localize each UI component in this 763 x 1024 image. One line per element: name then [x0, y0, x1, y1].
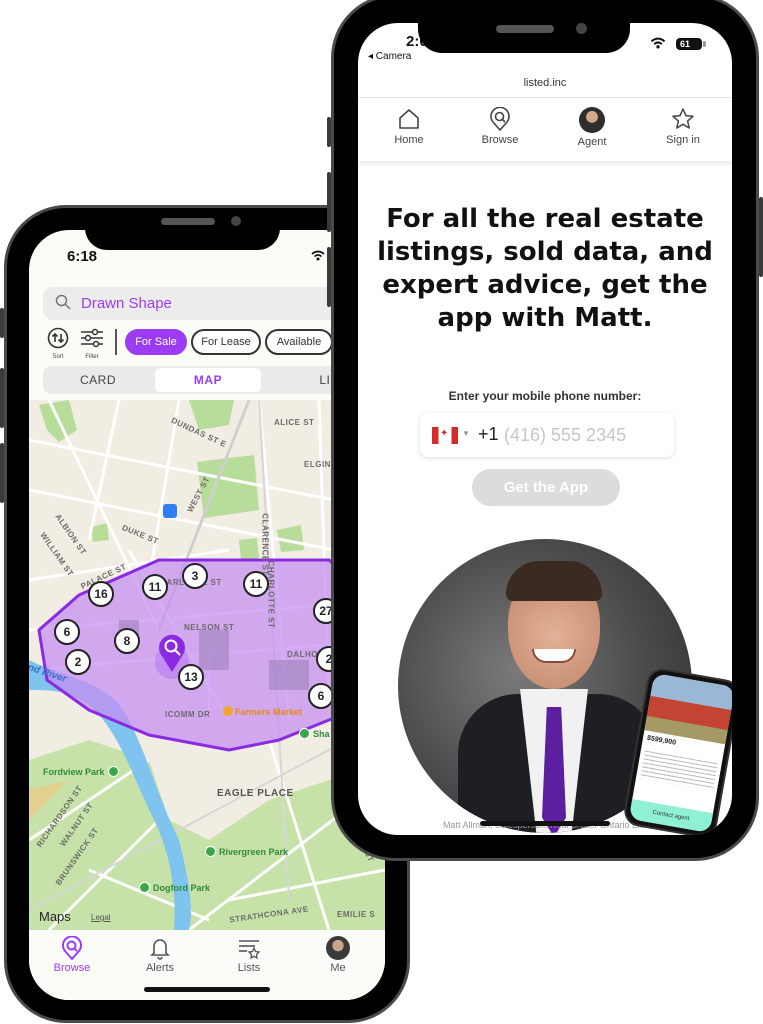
- page-headline: For all the real estate listings, sold d…: [377, 204, 713, 333]
- filter-button[interactable]: Filter: [77, 327, 107, 360]
- chip-available[interactable]: Available: [265, 329, 333, 355]
- tab-me[interactable]: Me: [303, 936, 373, 974]
- canada-flag-icon[interactable]: [432, 427, 458, 444]
- volume-up-button: [0, 368, 4, 428]
- listing-cluster[interactable]: 16: [88, 581, 114, 607]
- nav-agent[interactable]: Agent: [557, 107, 627, 148]
- status-time: 6:18: [67, 248, 98, 265]
- tab-map[interactable]: MAP: [155, 368, 261, 392]
- street-label: NELSON ST: [184, 623, 235, 632]
- street-label: CHARLOTTE ST: [266, 560, 276, 629]
- sort-icon: [47, 327, 69, 349]
- top-nav: Home Browse Agent Sign in: [358, 99, 732, 161]
- park-icon: [205, 846, 216, 857]
- wifi-icon: [311, 250, 325, 264]
- sort-button[interactable]: Sort: [43, 327, 73, 360]
- search-bar[interactable]: Drawn Shape ✕: [43, 287, 359, 320]
- phone-number-field: ▼ +1: [420, 413, 674, 457]
- park-icon: [299, 728, 310, 739]
- street-label: EMILIE S: [337, 910, 376, 919]
- nav-browse[interactable]: Browse: [465, 107, 535, 146]
- home-indicator: [480, 821, 610, 826]
- mute-switch: [327, 117, 331, 147]
- listing-cluster[interactable]: 11: [142, 574, 168, 600]
- tab-lists[interactable]: Lists: [214, 936, 284, 974]
- nav-home[interactable]: Home: [374, 107, 444, 146]
- power-button: [759, 197, 763, 277]
- chip-for-sale[interactable]: For Sale: [125, 329, 187, 355]
- star-icon: [672, 108, 694, 129]
- country-dropdown-caret-icon[interactable]: ▼: [462, 429, 470, 438]
- street-label: DALHO: [287, 650, 318, 659]
- notch: [418, 0, 630, 53]
- listing-cluster[interactable]: 2: [65, 649, 91, 675]
- park-label[interactable]: Fordview Park: [43, 766, 122, 777]
- listing-cluster[interactable]: 6: [54, 619, 80, 645]
- listing-cluster[interactable]: 3: [182, 563, 208, 589]
- mute-switch: [0, 308, 4, 338]
- nav-sign-in[interactable]: Sign in: [648, 107, 718, 146]
- list-star-icon: [239, 940, 261, 960]
- get-the-app-button[interactable]: Get the App: [472, 469, 620, 506]
- tab-alerts[interactable]: Alerts: [125, 936, 195, 974]
- sort-label: Sort: [52, 354, 64, 360]
- filter-sliders-icon: [81, 328, 103, 348]
- street-label: ALICE ST: [274, 418, 315, 427]
- park-label[interactable]: Dogford Park: [139, 882, 210, 893]
- listing-cluster[interactable]: 11: [243, 571, 269, 597]
- poi-farmers-market[interactable]: Farmers Market: [223, 706, 302, 717]
- toolbar-divider: [115, 329, 117, 355]
- listing-cluster[interactable]: 8: [114, 628, 140, 654]
- volume-down-button: [327, 247, 331, 307]
- tab-card[interactable]: CARD: [43, 366, 153, 394]
- right-phone-screen: 2:03 ◂ Camera 61 listed.inc Home Browse …: [358, 23, 732, 835]
- listing-cluster[interactable]: 13: [178, 664, 204, 690]
- transit-station-icon[interactable]: [163, 504, 177, 518]
- volume-up-button: [327, 172, 331, 232]
- volume-down-button: [0, 443, 4, 503]
- search-input[interactable]: Drawn Shape: [81, 295, 172, 312]
- park-icon: [139, 882, 150, 893]
- search-icon: [55, 294, 71, 310]
- right-phone-frame: 2:03 ◂ Camera 61 listed.inc Home Browse …: [327, 0, 763, 861]
- street-label: ICOMM DR: [165, 710, 211, 719]
- bell-icon: [150, 939, 170, 960]
- url-divider: [358, 97, 732, 98]
- legal-link[interactable]: Legal: [91, 913, 111, 922]
- market-icon: [223, 706, 233, 716]
- filter-label: Filter: [85, 354, 99, 360]
- home-icon: [399, 109, 419, 129]
- agent-avatar: [579, 107, 605, 133]
- chip-for-lease[interactable]: For Lease: [191, 329, 261, 355]
- wifi-icon: [650, 37, 666, 52]
- browser-url[interactable]: listed.inc: [358, 77, 732, 89]
- avatar: [326, 936, 350, 960]
- battery-indicator: 61: [676, 38, 706, 50]
- bottom-tab-bar: Browse Alerts Lists Me: [29, 930, 385, 1000]
- view-segmented-control: CARD MAP LIST: [43, 366, 373, 394]
- back-to-camera-link[interactable]: ◂ Camera: [368, 51, 411, 62]
- phone-number-input[interactable]: [504, 421, 664, 449]
- browse-pin-icon: [490, 107, 510, 131]
- tab-browse[interactable]: Browse: [37, 936, 107, 974]
- apple-maps-logo: Maps: [39, 909, 71, 924]
- neighbourhood-label: EAGLE PLACE: [217, 788, 294, 799]
- park-label[interactable]: Rivergreen Park: [205, 846, 288, 857]
- dial-code: +1: [478, 424, 499, 444]
- phone-prompt-label: Enter your mobile phone number:: [448, 389, 642, 403]
- park-icon: [107, 766, 119, 777]
- notch: [85, 208, 280, 250]
- home-indicator: [144, 987, 270, 992]
- browse-pin-icon: [62, 936, 82, 960]
